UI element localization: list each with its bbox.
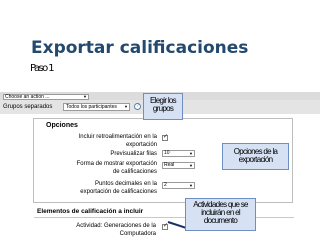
export-options-callout: Opciones de la exportación (222, 143, 289, 170)
activity-label: Actividad: Generaciones de la Computador… (33, 222, 156, 238)
preview-rows-value: 10 (164, 150, 170, 156)
decimals-value: 2 (164, 182, 167, 188)
chevron-down-icon: ▼ (189, 151, 193, 156)
options-heading: Opciones (46, 122, 78, 129)
decimals-label: Puntos decimales en la exportación de ca… (34, 180, 157, 196)
activity-label-line2: Computadora (119, 231, 156, 237)
display-format-value: Real (164, 162, 175, 168)
step-label: Paso 1 (30, 63, 55, 74)
display-format-line2: de calificaciones (112, 169, 157, 175)
feedback-label: Incluir retroalimentación en la exportac… (34, 133, 157, 149)
display-format-label: Forma de mostrar exportación de califica… (34, 160, 157, 176)
decimals-label-line1: Puntos decimales en la (94, 181, 157, 187)
slide-title: Exportar calificaciones (31, 38, 249, 58)
feedback-label-line2: exportación (125, 142, 157, 148)
groups-callout: Elegir los grupos (143, 93, 183, 120)
participants-select-value: Todos los participantes (66, 104, 117, 110)
help-icon[interactable]: ? (134, 103, 141, 110)
grade-items-heading: Elementos de calificación a incluir (37, 208, 144, 215)
activities-callout: Actividades que se incluirán en el docum… (185, 198, 256, 231)
chevron-down-icon: ▼ (189, 163, 193, 168)
decimals-select[interactable]: 2 ▼ (162, 182, 195, 189)
participants-select[interactable]: Todos los participantes ▼ (63, 103, 130, 111)
group-mode-label: Grupos separados (3, 104, 53, 110)
feedback-label-line1: Incluir retroalimentación en la (78, 134, 157, 140)
decimals-label-line2: exportación de calificaciones (80, 189, 157, 195)
activity-label-line1: Actividad: Generaciones de la (76, 223, 156, 229)
display-format-select[interactable]: Real ▼ (162, 162, 195, 169)
activity-checkbox[interactable] (162, 222, 168, 230)
chevron-down-icon: ▼ (124, 104, 128, 109)
feedback-checkbox[interactable] (162, 133, 168, 141)
display-format-line1: Forma de mostrar exportación (76, 161, 157, 167)
chevron-down-icon: ▼ (189, 183, 193, 188)
preview-label: Previsualizar filas (110, 151, 157, 157)
preview-rows-select[interactable]: 10 ▼ (162, 150, 195, 157)
chevron-down-icon: ▼ (83, 94, 87, 99)
